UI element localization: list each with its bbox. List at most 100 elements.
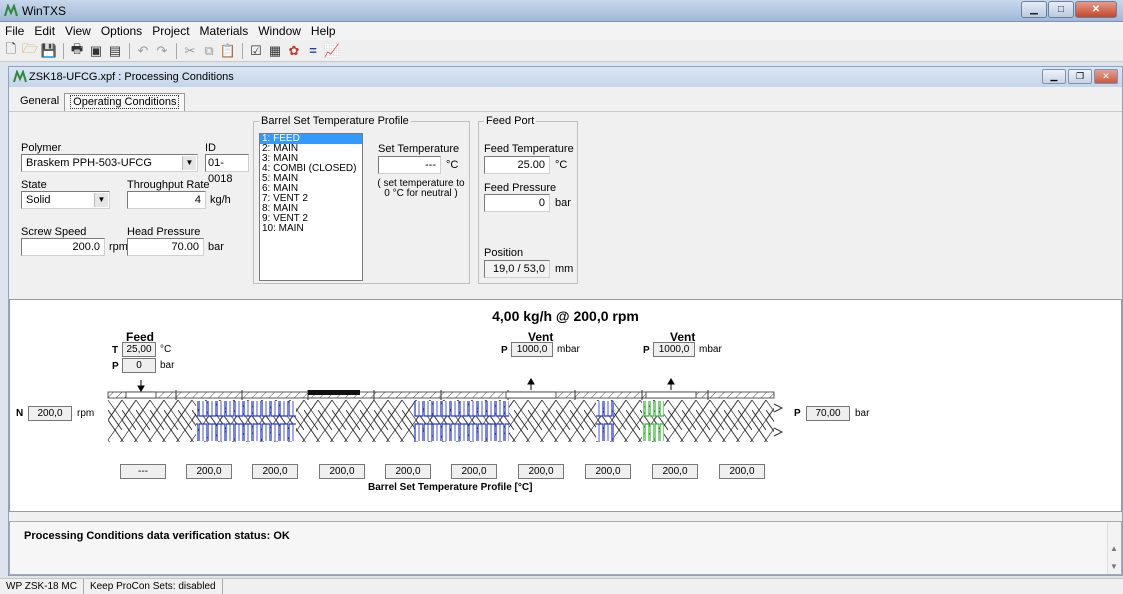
head-pressure-input[interactable]: 70.00 — [127, 238, 204, 256]
screw-speed-input[interactable]: 200.0 — [21, 238, 105, 256]
calculator-icon[interactable]: ▦ — [266, 42, 284, 60]
verification-status-panel: Processing Conditions data verification … — [9, 521, 1122, 575]
position-field: 19,0 / 53,0 — [484, 260, 550, 278]
list-item[interactable]: 10: MAIN — [260, 224, 362, 234]
document-logo-icon — [13, 70, 27, 83]
screw-barrel-graphic — [107, 378, 784, 442]
processing-conditions-window: ZSK18-UFCG.xpf : Processing Conditions ▁… — [8, 66, 1123, 576]
id-field[interactable]: 01-0018 — [205, 154, 249, 185]
tab-general-label: General — [20, 95, 60, 107]
throughput-input[interactable]: 4 — [127, 191, 206, 209]
barrel-profile-group-title: Barrel Set Temperature Profile — [259, 115, 411, 127]
polymer-label: Polymer — [21, 142, 62, 154]
chevron-down-icon: ▼ — [182, 156, 196, 170]
child-title: ZSK18-UFCG.xpf : Processing Conditions — [29, 71, 234, 83]
menu-help[interactable]: Help — [306, 24, 341, 38]
feed-port-group: Feed Port Feed Temperature 25.00 °C Feed… — [478, 115, 578, 284]
cut-icon[interactable]: ✂ — [181, 42, 199, 60]
toolbar-separator — [242, 42, 243, 59]
menu-materials[interactable]: Materials — [195, 24, 254, 38]
status-scrollbar[interactable]: ▲ ▼ — [1107, 522, 1121, 574]
barrel-temp-8[interactable]: 200,0 — [585, 464, 631, 479]
print-icon[interactable]: 🖶 — [68, 41, 86, 60]
toolbar: 🗋 🗁 💾 🖶 ▣ ▤ ↶ ↷ ✂ ⧉ 📋 ☑ ▦ ✿ = 📈 — [0, 40, 1123, 62]
screw-speed-label: Screw Speed — [21, 226, 87, 238]
undo-icon[interactable]: ↶ — [134, 42, 152, 60]
barrel-temp-4[interactable]: 200,0 — [319, 464, 365, 479]
polymer-select[interactable]: Braskem PPH-503-UFCG ▼ — [21, 154, 198, 172]
head-pressure-unit: bar — [208, 241, 224, 253]
scroll-down-icon[interactable]: ▼ — [1110, 562, 1118, 571]
app-title: WinTXS — [22, 4, 67, 18]
chart-icon[interactable]: 📈 — [323, 42, 341, 60]
paste-icon[interactable]: 📋 — [219, 42, 237, 60]
menu-window[interactable]: Window — [253, 24, 306, 38]
child-titlebar: ZSK18-UFCG.xpf : Processing Conditions ▁… — [9, 67, 1122, 87]
id-label: ID — [205, 142, 216, 154]
throughput-unit: kg/h — [210, 194, 231, 206]
operating-conditions-form: Polymer Braskem PPH-503-UFCG ▼ ID 01-001… — [9, 111, 1122, 291]
barrel-temp-2[interactable]: 200,0 — [186, 464, 232, 479]
status-bar: WP ZSK-18 MC Keep ProCon Sets: disabled — [0, 578, 1123, 594]
toolbar-separator — [63, 42, 64, 59]
status-keep-procon: Keep ProCon Sets: disabled — [84, 579, 223, 594]
set-temperature-label: Set Temperature — [378, 143, 460, 155]
barrel-section-list[interactable]: 1: FEED 2: MAIN 3: MAIN 4: COMBI (CLOSED… — [259, 133, 363, 281]
child-minimize-button[interactable]: ▁ — [1042, 69, 1066, 84]
menu-file[interactable]: File — [0, 24, 29, 38]
menu-project[interactable]: Project — [147, 24, 194, 38]
barrel-temp-9[interactable]: 200,0 — [652, 464, 698, 479]
open-folder-icon[interactable]: 🗁 — [21, 41, 39, 60]
throughput-label: Throughput Rate — [127, 179, 210, 191]
state-value: Solid — [26, 194, 51, 206]
set-temperature-hint: ( set temperature to 0 °C for neutral ) — [377, 178, 465, 199]
tab-operating-conditions[interactable]: Operating Conditions — [64, 93, 186, 111]
feed-pressure-unit: bar — [555, 197, 571, 209]
report-icon[interactable]: ▤ — [106, 42, 124, 60]
new-file-icon[interactable]: 🗋 — [2, 41, 20, 60]
tab-strip: General Operating Conditions — [15, 93, 186, 111]
extruder-schematic: 4,00 kg/h @ 200,0 rpm Feed T 25,00 °C P … — [9, 299, 1122, 512]
redo-icon[interactable]: ↷ — [153, 42, 171, 60]
child-close-button[interactable]: ✕ — [1094, 69, 1118, 84]
barrel-temp-1[interactable]: --- — [120, 464, 166, 479]
maximize-button[interactable]: □ — [1048, 1, 1074, 18]
menu-bar: File Edit View Options Project Materials… — [0, 22, 1123, 40]
state-select[interactable]: Solid ▼ — [21, 191, 110, 209]
position-label: Position — [484, 247, 524, 259]
barrel-temp-5[interactable]: 200,0 — [385, 464, 431, 479]
feed-port-group-title: Feed Port — [484, 115, 537, 127]
minimize-button[interactable]: ▁ — [1021, 1, 1047, 18]
gear-flower-icon[interactable]: ✿ — [285, 42, 303, 60]
feed-pressure-input[interactable]: 0 — [484, 194, 550, 212]
barrel-temp-7[interactable]: 200,0 — [518, 464, 564, 479]
toolbar-separator — [129, 42, 130, 59]
menu-view[interactable]: View — [60, 24, 96, 38]
print-preview-icon[interactable]: ▣ — [87, 42, 105, 60]
child-restore-button[interactable]: ❐ — [1068, 69, 1092, 84]
save-icon[interactable]: 💾 — [40, 42, 58, 60]
menu-options[interactable]: Options — [96, 24, 147, 38]
head-pressure-label: Head Pressure — [127, 226, 201, 238]
equals-icon[interactable]: = — [304, 42, 322, 60]
polymer-value: Braskem PPH-503-UFCG — [26, 157, 152, 169]
copy-icon[interactable]: ⧉ — [200, 42, 218, 60]
barrel-temp-10[interactable]: 200,0 — [719, 464, 765, 479]
verification-status-text: Processing Conditions data verification … — [24, 530, 290, 542]
set-temperature-input[interactable]: --- — [378, 156, 441, 174]
barrel-temp-3[interactable]: 200,0 — [252, 464, 298, 479]
properties-icon[interactable]: ☑ — [247, 42, 265, 60]
feed-temperature-input[interactable]: 25.00 — [484, 156, 550, 174]
close-button[interactable]: ✕ — [1075, 1, 1117, 18]
menu-edit[interactable]: Edit — [29, 24, 60, 38]
position-unit: mm — [555, 263, 574, 275]
tab-general[interactable]: General — [15, 93, 64, 111]
status-machine: WP ZSK-18 MC — [0, 579, 84, 594]
feed-pressure-label: Feed Pressure — [484, 182, 557, 194]
chevron-down-icon: ▼ — [94, 193, 108, 207]
scroll-up-icon[interactable]: ▲ — [1110, 544, 1118, 553]
state-label: State — [21, 179, 47, 191]
barrel-temp-6[interactable]: 200,0 — [451, 464, 497, 479]
toolbar-separator — [176, 42, 177, 59]
app-logo-icon — [4, 4, 18, 17]
